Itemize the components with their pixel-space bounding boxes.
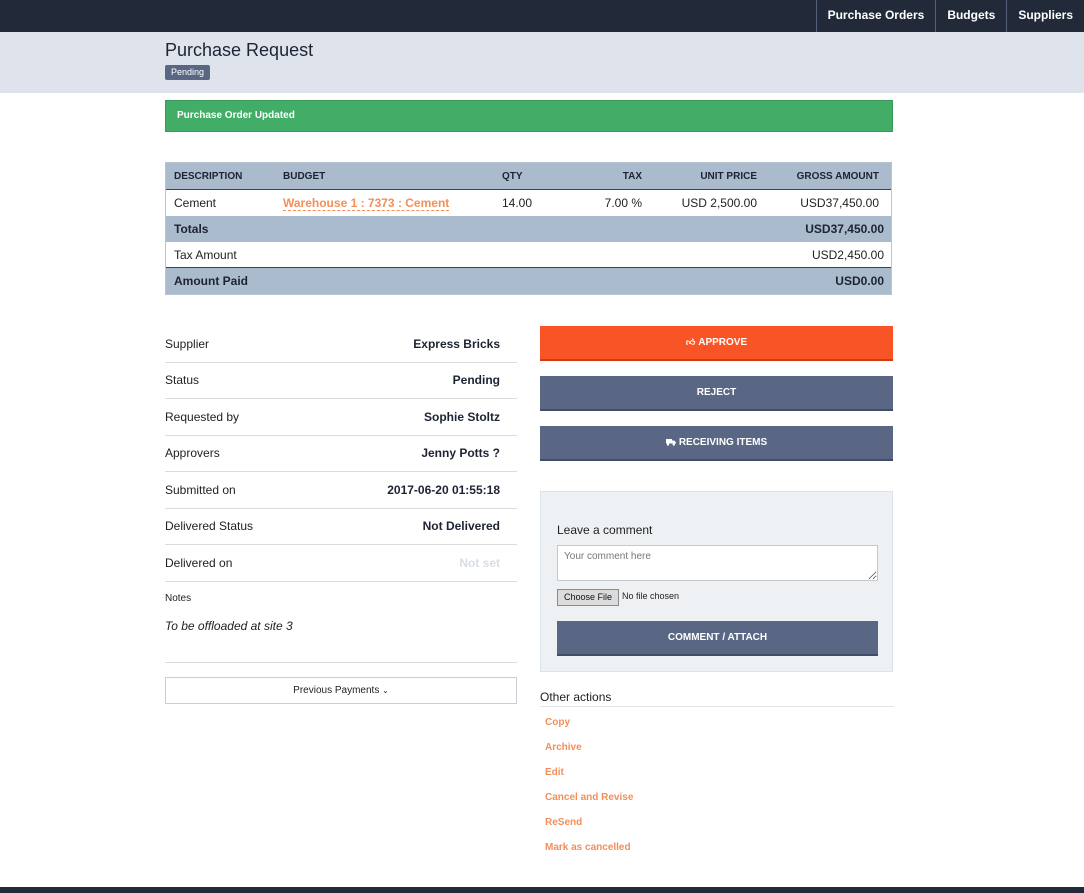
other-actions-title: Other actions	[540, 690, 612, 704]
tax-value: USD2,450.00	[811, 247, 884, 262]
col-budget: BUDGET	[283, 170, 326, 182]
detail-value: Sophie Stoltz	[424, 409, 500, 424]
other-actions-list: Copy Archive Edit Cancel and Revise ReSe…	[545, 717, 633, 867]
footer-bar	[0, 887, 1084, 893]
previous-payments-toggle[interactable]: Previous Payments ⌄	[165, 677, 517, 704]
comment-input[interactable]	[557, 545, 878, 581]
detail-label: Delivered on	[165, 555, 233, 570]
detail-value: Express Bricks	[413, 336, 500, 351]
detail-row-submitted-on: Submitted on 2017-06-20 01:55:18	[165, 472, 517, 509]
copy-link[interactable]: Copy	[545, 717, 633, 742]
approve-button[interactable]: 👍︎ APPROVE	[540, 326, 893, 361]
resend-link[interactable]: ReSend	[545, 817, 633, 842]
nav-budgets[interactable]: Budgets	[935, 0, 1006, 32]
budget-link[interactable]: Warehouse 1 : 7373 : Cement	[283, 196, 450, 211]
item-description: Cement	[174, 196, 217, 210]
item-qty: 14.00	[502, 196, 533, 210]
divider	[540, 706, 894, 707]
detail-label: Submitted on	[165, 482, 236, 497]
notes-text: To be offloaded at site 3	[165, 619, 293, 633]
status-badge: Pending	[165, 65, 211, 80]
detail-row-approvers: Approvers Jenny Potts ?	[165, 436, 517, 472]
tax-row: Tax Amount USD2,450.00	[166, 242, 891, 268]
col-tax: TAX	[622, 170, 642, 182]
mark-as-cancelled-link[interactable]: Mark as cancelled	[545, 842, 633, 867]
table-row: Cement Warehouse 1 : 7373 : Cement 14.00…	[166, 190, 891, 216]
header-band	[0, 32, 1084, 93]
cancel-and-revise-link[interactable]: Cancel and Revise	[545, 792, 633, 817]
detail-row-delivered-on: Delivered on Not set	[165, 545, 517, 582]
totals-value: USD37,450.00	[805, 222, 884, 236]
details-list: Supplier Express Bricks Status Pending R…	[165, 326, 517, 582]
item-unit-price: USD 2,500.00	[681, 196, 757, 210]
truck-icon	[665, 426, 676, 459]
col-gross-amount: GROSS AMOUNT	[796, 170, 879, 182]
chevron-down-icon: ⌄	[382, 686, 389, 695]
divider	[165, 662, 517, 663]
amount-paid-label: Amount Paid	[174, 274, 248, 288]
detail-value: Jenny Potts ?	[421, 446, 500, 461]
detail-row-status: Status Pending	[165, 363, 517, 399]
detail-value: Not Delivered	[422, 519, 500, 534]
detail-value: 2017-06-20 01:55:18	[387, 482, 500, 497]
detail-label: Delivered Status	[165, 519, 254, 534]
choose-file-button[interactable]: Choose File	[557, 589, 620, 606]
detail-value: Pending	[452, 373, 500, 388]
detail-row-requested-by: Requested by Sophie Stoltz	[165, 399, 517, 436]
file-status: No file chosen	[622, 591, 680, 601]
amount-paid-row: Amount Paid USD0.00	[166, 268, 891, 294]
archive-link[interactable]: Archive	[545, 742, 633, 767]
notes-label: Notes	[165, 593, 192, 604]
comment-title: Leave a comment	[557, 523, 653, 537]
totals-label: Totals	[174, 222, 209, 236]
detail-label: Requested by	[165, 409, 240, 424]
approve-label: APPROVE	[698, 337, 748, 348]
item-gross-amount: USD37,450.00	[800, 196, 879, 210]
comment-attach-button[interactable]: COMMENT / ATTACH	[557, 621, 878, 656]
nav-purchase-orders[interactable]: Purchase Orders	[815, 0, 936, 32]
nav-suppliers[interactable]: Suppliers	[1006, 0, 1084, 32]
top-nav: Purchase Orders Budgets Suppliers	[0, 0, 1084, 32]
detail-value: Not set	[459, 555, 500, 570]
reject-button[interactable]: REJECT	[540, 376, 893, 411]
col-qty: QTY	[502, 170, 523, 182]
col-unit-price: UNIT PRICE	[700, 170, 757, 182]
comment-panel: Leave a comment Choose File No file chos…	[540, 491, 893, 672]
detail-row-delivered-status: Delivered Status Not Delivered	[165, 509, 517, 545]
thumbs-up-icon: 👍︎	[685, 337, 696, 347]
success-alert: Purchase Order Updated	[165, 100, 893, 132]
page-title: Purchase Request	[165, 40, 314, 60]
amount-paid-value: USD0.00	[835, 274, 884, 288]
detail-label: Status	[165, 373, 200, 388]
edit-link[interactable]: Edit	[545, 767, 633, 792]
col-description: DESCRIPTION	[174, 170, 243, 182]
tax-label: Tax Amount	[174, 247, 237, 262]
detail-row-supplier: Supplier Express Bricks	[165, 326, 517, 363]
items-table: DESCRIPTION BUDGET QTY TAX UNIT PRICE GR…	[165, 162, 892, 295]
table-header: DESCRIPTION BUDGET QTY TAX UNIT PRICE GR…	[166, 163, 891, 190]
nav-links: Purchase Orders Budgets Suppliers	[815, 0, 1084, 32]
receiving-items-label: RECEIVING ITEMS	[678, 437, 768, 448]
item-tax: 7.00 %	[604, 196, 642, 210]
previous-payments-label: Previous Payments	[293, 685, 380, 696]
detail-label: Approvers	[165, 446, 220, 461]
receiving-items-button[interactable]: RECEIVING ITEMS	[540, 426, 893, 461]
detail-label: Supplier	[165, 336, 210, 351]
item-budget-cell: Warehouse 1 : 7373 : Cement	[283, 196, 502, 211]
totals-row: Totals USD37,450.00	[166, 216, 891, 242]
